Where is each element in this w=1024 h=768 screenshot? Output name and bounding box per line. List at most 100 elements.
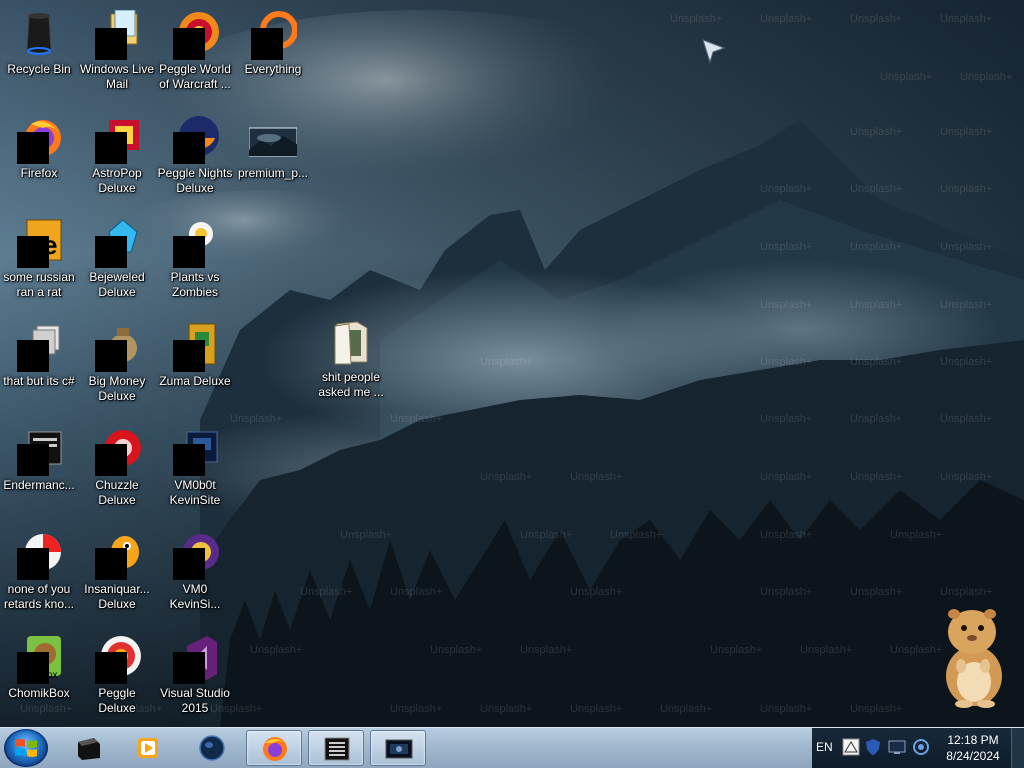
- icon-label: Plants vs Zombies: [170, 270, 220, 299]
- svg-text:Unsplash+: Unsplash+: [940, 126, 992, 138]
- app-icon: [171, 530, 219, 580]
- shield-icon[interactable]: [864, 738, 882, 756]
- taskbar-button-monitor-app[interactable]: [370, 730, 426, 766]
- svg-text:Unsplash+: Unsplash+: [850, 413, 902, 425]
- icon-label: Peggle World of Warcraft ...: [159, 62, 231, 91]
- recycle-bin-icon: [15, 10, 63, 58]
- show-desktop-button[interactable]: [1011, 728, 1024, 768]
- icon-label: premium_p...: [237, 166, 309, 180]
- terminal-icon: [324, 737, 350, 761]
- icon-label: shit people asked me ...: [318, 370, 384, 399]
- desktop-icon-that-but-its-csharp[interactable]: that but its c#: [0, 316, 78, 412]
- game-icon: [171, 322, 219, 372]
- taskbar-button-media-player[interactable]: [120, 730, 176, 766]
- desktop-icon-vm0-kevinsite[interactable]: VM0 KevinSi...: [156, 524, 234, 620]
- media-player-icon: [138, 738, 158, 758]
- icon-label: Peggle Nights Deluxe: [157, 166, 233, 195]
- desktop-icon-folder[interactable]: shit people asked me ...: [312, 312, 390, 408]
- svg-text:Unsplash+: Unsplash+: [760, 299, 812, 311]
- game-icon: [171, 10, 219, 60]
- svg-text:Unsplash+: Unsplash+: [760, 413, 812, 425]
- globe-icon: [199, 735, 225, 761]
- redaction-box: [173, 132, 205, 164]
- desktop-icon-some-russian[interactable]: e some russian ran a rat: [0, 212, 78, 308]
- svg-text:Unsplash+: Unsplash+: [760, 586, 812, 598]
- desktop-icon-peggle-nights[interactable]: Peggle Nights Deluxe: [156, 108, 234, 204]
- svg-text:Unsplash+: Unsplash+: [250, 644, 302, 656]
- desktop-icon-zuma[interactable]: Zuma Deluxe: [156, 316, 234, 412]
- desktop-icon-windows-live-mail[interactable]: Windows Live Mail: [78, 4, 156, 100]
- taskbar-button-terminal[interactable]: [308, 730, 364, 766]
- icon-label: VM0 KevinSi...: [169, 582, 221, 611]
- taskbar-button-globe[interactable]: [184, 730, 240, 766]
- redaction-box: [173, 548, 205, 580]
- network-icon[interactable]: [842, 738, 860, 756]
- redaction-box: [95, 340, 127, 372]
- svg-text:Unsplash+: Unsplash+: [940, 413, 992, 425]
- redaction-box: [95, 236, 127, 268]
- redaction-box: [17, 548, 49, 580]
- icon-label: some russian ran a rat: [3, 270, 75, 299]
- svg-text:Unsplash+: Unsplash+: [850, 299, 902, 311]
- desktop-icon-vm0b0t-kevinsite[interactable]: VM0b0t KevinSite: [156, 420, 234, 516]
- desktop-icon-big-money[interactable]: Big Money Deluxe: [78, 316, 156, 412]
- game-icon: [93, 530, 141, 580]
- svg-text:Unsplash+: Unsplash+: [430, 644, 482, 656]
- svg-text:Unsplash+: Unsplash+: [940, 241, 992, 253]
- svg-text:Unsplash+: Unsplash+: [850, 703, 902, 715]
- desktop-icon-plants-vs-zombies[interactable]: Plants vs Zombies: [156, 212, 234, 308]
- desktop-icon-peggle-wow[interactable]: Peggle World of Warcraft ...: [156, 4, 234, 100]
- monitor-app-icon: [385, 739, 413, 759]
- icon-label: Endermanc...: [3, 478, 75, 492]
- redaction-box: [95, 132, 127, 164]
- game-icon: [93, 218, 141, 268]
- taskbar-button-firefox[interactable]: [246, 730, 302, 766]
- taskbar-button-cmd[interactable]: [60, 730, 116, 766]
- mail-icon: [93, 9, 141, 60]
- desktop-icon-peggle-deluxe[interactable]: Peggle Deluxe: [78, 628, 156, 724]
- display-icon[interactable]: [888, 738, 906, 756]
- clock[interactable]: 12:18 PM 8/24/2024: [942, 732, 1004, 764]
- svg-text:Unsplash+: Unsplash+: [760, 13, 812, 25]
- desktop-icon-everything[interactable]: Everything: [234, 4, 312, 100]
- icon-label: Big Money Deluxe: [88, 374, 146, 403]
- svg-text:Unsplash+: Unsplash+: [570, 586, 622, 598]
- icon-label: ChomikBox: [8, 686, 70, 700]
- redaction-box: [95, 652, 127, 684]
- svg-text:Unsplash+: Unsplash+: [760, 529, 812, 541]
- desktop-icon-bejeweled[interactable]: Bejeweled Deluxe: [78, 212, 156, 308]
- desktop-icon-chomikbox[interactable]: ox ChomikBox: [0, 628, 78, 724]
- language-indicator[interactable]: EN: [816, 740, 833, 754]
- desktop-icon-astropop[interactable]: AstroPop Deluxe: [78, 108, 156, 204]
- icon-label: Chuzzle Deluxe: [95, 478, 139, 507]
- svg-text:Unsplash+: Unsplash+: [850, 241, 902, 253]
- svg-text:Unsplash+: Unsplash+: [760, 356, 812, 368]
- desktop-icon-none-of-you[interactable]: none of you retards kno...: [0, 524, 78, 620]
- redaction-box: [95, 548, 127, 580]
- svg-text:Unsplash+: Unsplash+: [300, 586, 352, 598]
- desktop-icon-premium-p[interactable]: premium_p...: [234, 108, 312, 204]
- start-button[interactable]: [4, 729, 48, 767]
- desktop-icon-recycle-bin[interactable]: Recycle Bin: [0, 4, 78, 100]
- firefox-icon: [263, 737, 287, 761]
- redaction-box: [17, 444, 49, 476]
- icon-label: Firefox: [20, 166, 58, 180]
- volume-icon[interactable]: [912, 738, 930, 756]
- hamster-mascot[interactable]: [934, 604, 1010, 708]
- icon-label: none of you retards kno...: [3, 582, 75, 611]
- svg-text:Unsplash+: Unsplash+: [940, 183, 992, 195]
- svg-text:Unsplash+: Unsplash+: [710, 644, 762, 656]
- game-icon: [93, 114, 141, 164]
- desktop-icon-visual-studio-2015[interactable]: Visual Studio 2015: [156, 628, 234, 724]
- svg-text:Unsplash+: Unsplash+: [340, 529, 392, 541]
- desktop-icon-endermanc[interactable]: Endermanc...: [0, 420, 78, 516]
- svg-text:Unsplash+: Unsplash+: [520, 529, 572, 541]
- svg-text:Unsplash+: Unsplash+: [940, 13, 992, 25]
- svg-text:Unsplash+: Unsplash+: [390, 586, 442, 598]
- svg-text:Unsplash+: Unsplash+: [850, 126, 902, 138]
- desktop-icon-firefox[interactable]: Firefox: [0, 108, 78, 204]
- desktop-icon-insaniquarium[interactable]: Insaniquar... Deluxe: [78, 524, 156, 620]
- desktop-icon-chuzzle[interactable]: Chuzzle Deluxe: [78, 420, 156, 516]
- redaction-box: [173, 340, 205, 372]
- svg-text:Unsplash+: Unsplash+: [890, 529, 942, 541]
